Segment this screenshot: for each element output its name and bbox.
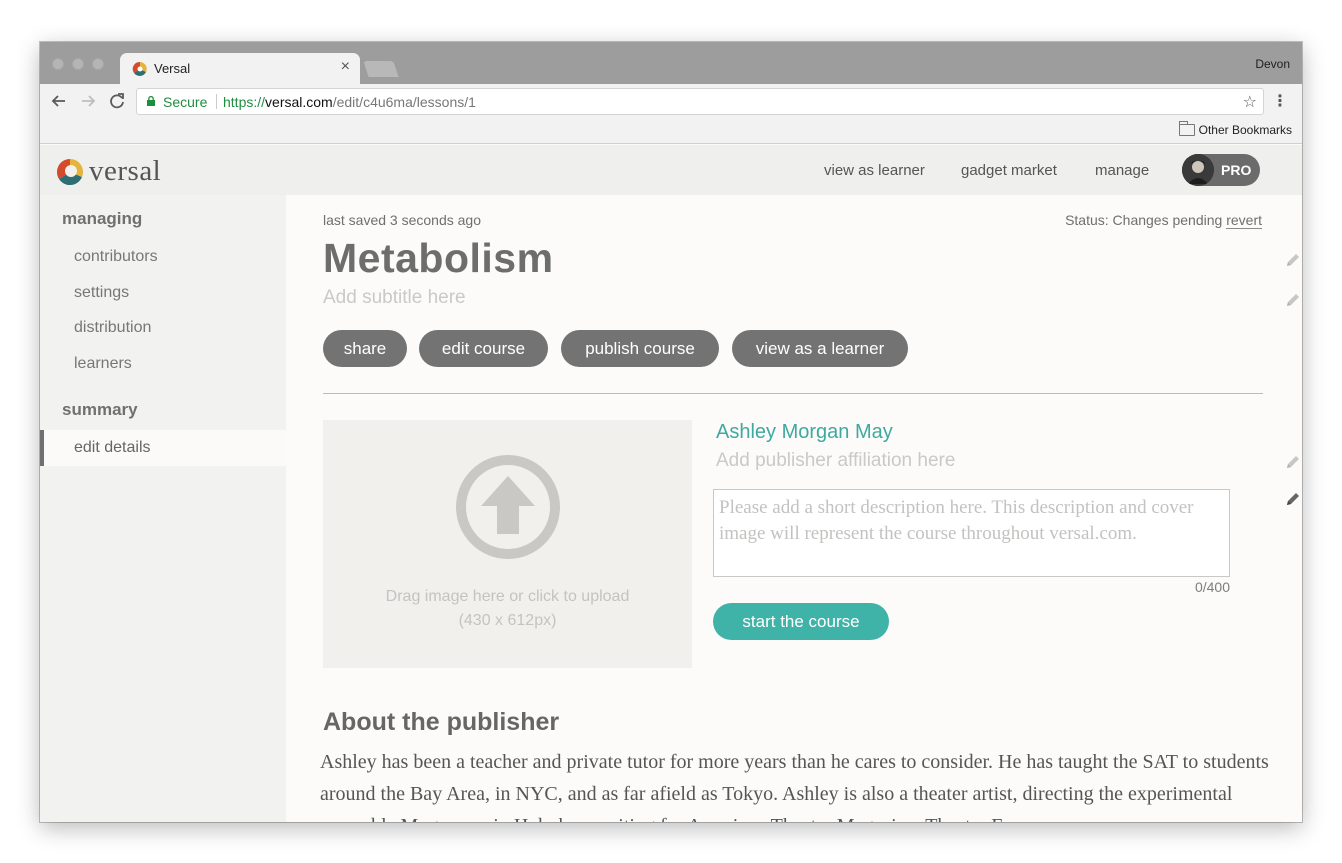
other-bookmarks-button[interactable]: Other Bookmarks bbox=[1178, 121, 1292, 137]
folder-icon bbox=[1178, 121, 1195, 136]
view-as-learner-button[interactable]: view as a learner bbox=[732, 330, 908, 367]
last-saved-text: last saved 3 seconds ago bbox=[323, 212, 481, 228]
dropzone-size-hint: (430 x 612px) bbox=[458, 612, 557, 629]
browser-window: Versal × Devon Secure https://versal.com… bbox=[40, 42, 1302, 822]
sidebar: managing contributors settings distribut… bbox=[40, 195, 286, 822]
character-counter: 0/400 bbox=[1194, 579, 1230, 595]
versal-logo[interactable]: versal bbox=[56, 155, 161, 188]
lock-icon bbox=[147, 96, 155, 106]
edit-subtitle-pencil-icon[interactable] bbox=[1284, 291, 1302, 309]
affiliation-field[interactable]: Add publisher affiliation here bbox=[716, 450, 955, 472]
edit-description-pencil-icon[interactable] bbox=[1284, 490, 1302, 508]
sidebar-heading-managing: managing bbox=[62, 209, 143, 228]
pro-badge: PRO bbox=[1221, 162, 1252, 178]
upload-arrow-icon bbox=[456, 455, 560, 559]
back-arrow-icon[interactable] bbox=[48, 90, 70, 112]
other-bookmarks-label: Other Bookmarks bbox=[1198, 123, 1292, 137]
about-publisher-heading: About the publisher bbox=[323, 708, 560, 736]
window-minimize-button[interactable] bbox=[72, 58, 84, 70]
url-text: https://versal.com/edit/c4u6ma/lessons/1 bbox=[223, 94, 476, 110]
reload-icon[interactable] bbox=[106, 90, 128, 112]
sidebar-item-edit-details[interactable]: edit details bbox=[40, 430, 286, 466]
share-button[interactable]: share bbox=[323, 330, 407, 367]
course-editor: last saved 3 seconds ago Status: Changes… bbox=[286, 195, 1302, 822]
window-zoom-button[interactable] bbox=[92, 58, 104, 70]
browser-tab-versal[interactable]: Versal × bbox=[120, 53, 360, 84]
account-menu[interactable]: PRO bbox=[1182, 154, 1260, 186]
bookmark-star-icon[interactable]: ☆ bbox=[1243, 92, 1257, 112]
sidebar-item-contributors[interactable]: contributors bbox=[40, 239, 286, 275]
revert-link[interactable]: revert bbox=[1226, 212, 1262, 229]
logo-wordmark: versal bbox=[89, 155, 162, 187]
description-textarea[interactable]: Please add a short description here. Thi… bbox=[713, 489, 1230, 577]
dropzone-instructions: Drag image here or click to upload bbox=[385, 588, 630, 605]
forward-arrow-icon[interactable] bbox=[77, 90, 99, 112]
tab-title: Versal bbox=[154, 61, 191, 76]
tab-strip: Versal × Devon bbox=[40, 42, 1302, 84]
edit-affiliation-pencil-icon[interactable] bbox=[1284, 453, 1302, 471]
cover-image-dropzone[interactable]: Drag image here or click to upload (430 … bbox=[323, 420, 692, 668]
nav-manage[interactable]: manage bbox=[1095, 162, 1149, 179]
app-header: versal view as learner gadget market man… bbox=[40, 145, 1302, 195]
divider bbox=[323, 393, 1263, 394]
tab-close-icon[interactable]: × bbox=[341, 58, 350, 76]
nav-view-as-learner[interactable]: view as learner bbox=[824, 162, 925, 179]
browser-menu-icon[interactable]: ⋮ bbox=[1272, 91, 1288, 111]
secure-label: Secure bbox=[163, 94, 208, 110]
versal-logo-icon bbox=[56, 158, 83, 185]
publisher-name[interactable]: Ashley Morgan May bbox=[716, 421, 893, 444]
status-label: Status: Changes pending bbox=[1065, 212, 1223, 228]
start-course-button[interactable]: start the course bbox=[713, 603, 889, 640]
sidebar-item-settings[interactable]: settings bbox=[40, 275, 286, 311]
publish-course-button[interactable]: publish course bbox=[561, 330, 719, 367]
avatar bbox=[1182, 154, 1214, 186]
sidebar-item-learners[interactable]: learners bbox=[40, 346, 286, 382]
address-bar[interactable]: Secure https://versal.com/edit/c4u6ma/le… bbox=[136, 88, 1264, 115]
new-tab-button[interactable] bbox=[363, 61, 399, 77]
edit-course-button[interactable]: edit course bbox=[419, 330, 548, 367]
edit-title-pencil-icon[interactable] bbox=[1284, 251, 1302, 269]
subtitle-field[interactable]: Add subtitle here bbox=[323, 287, 466, 309]
sidebar-item-distribution[interactable]: distribution bbox=[40, 310, 286, 346]
about-publisher-text[interactable]: Ashley has been a teacher and private tu… bbox=[320, 746, 1270, 822]
status-text: Status: Changes pending revert bbox=[1065, 212, 1262, 229]
browser-toolbar: Secure https://versal.com/edit/c4u6ma/le… bbox=[40, 84, 1302, 118]
versal-favicon-icon bbox=[132, 61, 147, 76]
url-path: /edit/c4u6ma/lessons/1 bbox=[332, 94, 476, 110]
url-scheme: https:// bbox=[223, 94, 266, 110]
bookmarks-bar: Other Bookmarks bbox=[40, 118, 1302, 144]
window-close-button[interactable] bbox=[52, 58, 64, 70]
sidebar-heading-summary: summary bbox=[62, 400, 138, 419]
browser-profile-name[interactable]: Devon bbox=[1255, 57, 1290, 71]
course-title[interactable]: Metabolism bbox=[323, 235, 554, 282]
url-host: versal.com bbox=[265, 94, 333, 110]
nav-gadget-market[interactable]: gadget market bbox=[961, 162, 1057, 179]
address-separator bbox=[216, 94, 217, 109]
